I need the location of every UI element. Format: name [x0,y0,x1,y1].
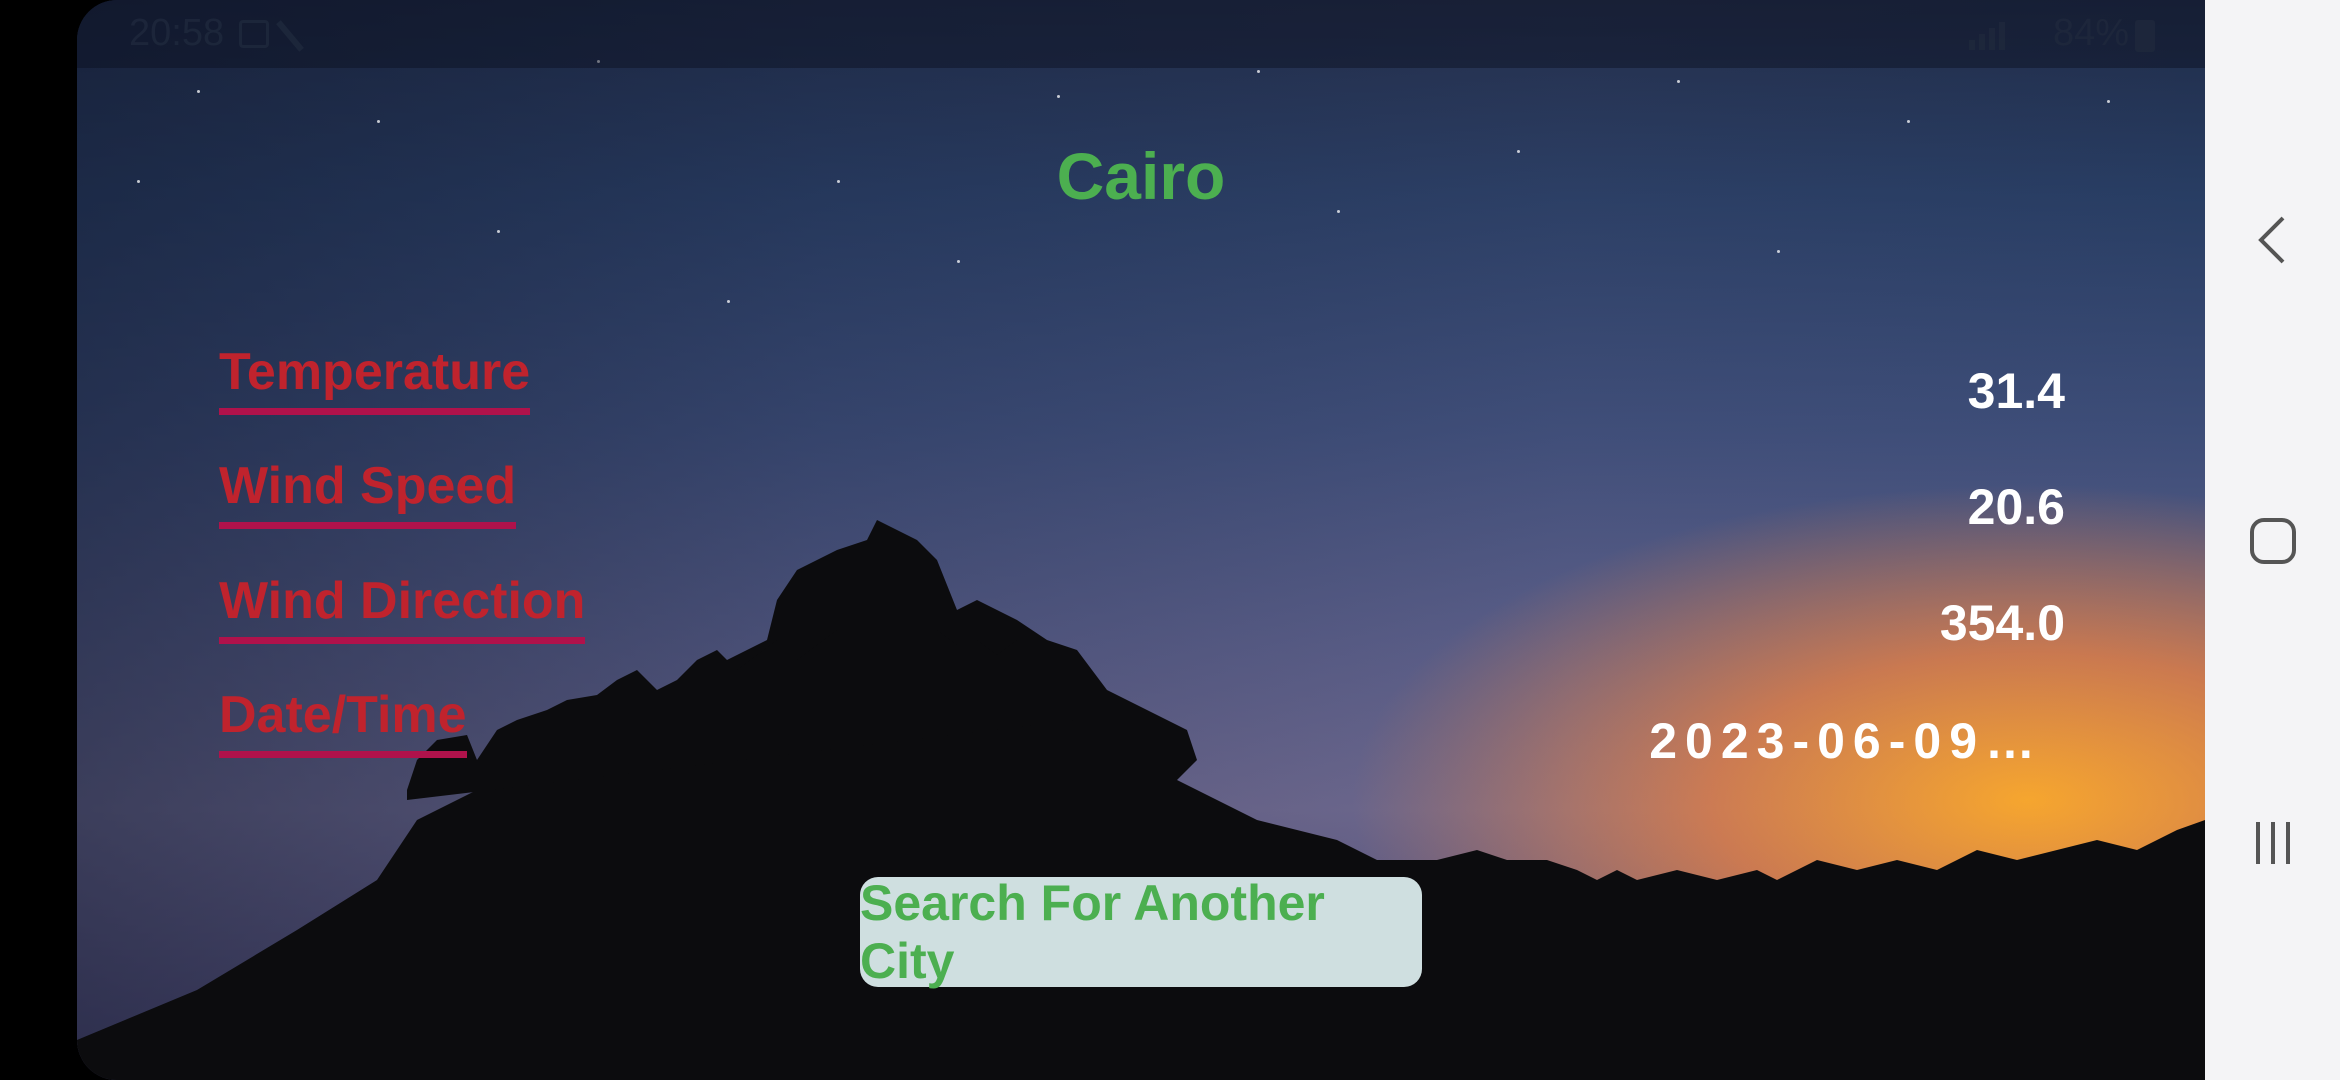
city-title: Cairo [1056,139,1226,213]
battery-percentage: 84% [2053,12,2130,54]
navigation-bar [2205,0,2340,1080]
wind-direction-value: 354.0 [1939,595,2065,651]
date-time-value: 2023-06-09… [1649,713,2043,769]
nav-home-button[interactable] [2205,516,2340,566]
temperature-value: 31.4 [1967,363,2065,419]
home-icon [2249,518,2296,564]
search-another-city-button[interactable]: Search For Another City [860,875,1422,989]
recents-icon [2255,822,2290,864]
weather-app: 20:58 84% Cairo Temperature 31.4 Wind Sp… [77,0,2205,1080]
date-time-label: Date/Time [219,685,467,758]
image-notification-icon [239,20,269,48]
signal-icon [1969,22,2005,50]
notification-icon [276,20,304,52]
wind-speed-value: 20.6 [1967,479,2065,535]
wind-direction-label: Wind Direction [219,571,586,644]
nav-back-button[interactable] [2205,210,2340,270]
screen: 20:58 84% Cairo Temperature 31.4 Wind Sp… [0,0,2340,1080]
status-bar: 20:58 84% [77,0,2205,68]
chevron-left-icon [2257,216,2284,264]
nav-recents-button[interactable] [2205,818,2340,868]
status-time: 20:58 [129,12,225,54]
temperature-label: Temperature [219,342,531,415]
battery-icon [2135,20,2155,52]
wind-speed-label: Wind Speed [219,456,517,529]
